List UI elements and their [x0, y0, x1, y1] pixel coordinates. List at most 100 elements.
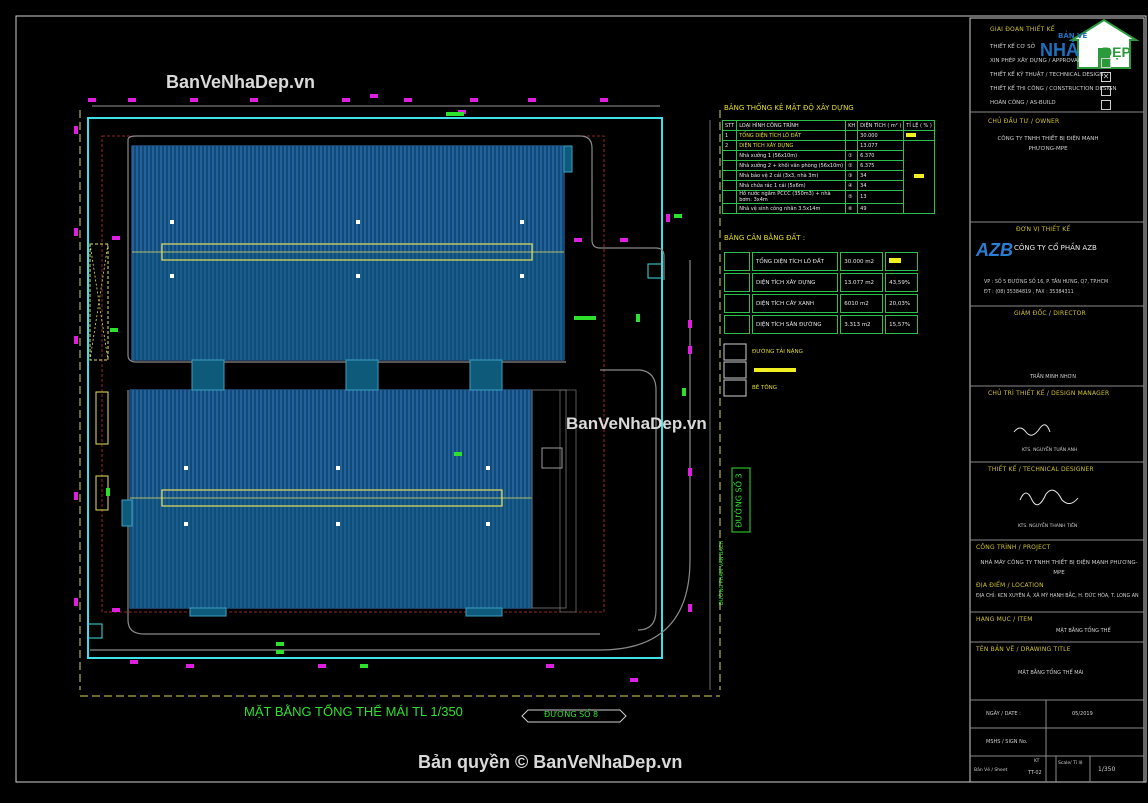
density-table: STT LOẠI HÌNH CÔNG TRÌNH KH DIỆN TÍCH ( …	[721, 120, 935, 214]
table-header: STT	[721, 120, 738, 131]
table-header: TỈ LỆ ( % )	[903, 120, 935, 131]
table-row: DIỆN TÍCH XÂY DỰNG 13.077 m2 43,59%	[724, 273, 918, 292]
ratio-swatch	[914, 174, 925, 178]
logo-line1: BẢN VẼ	[1058, 32, 1088, 40]
scale-label: Scale/ Tỉ lệ	[1058, 761, 1083, 766]
stage-checkbox[interactable]	[1101, 86, 1111, 96]
table-cell: 30.000 m2	[840, 252, 884, 271]
sheet-title-header: TÊN BẢN VẼ / DRAWING TITLE	[976, 646, 1071, 653]
signature-1	[1013, 424, 1051, 436]
road-right-label: ĐƯỜNG SỐ 3	[734, 473, 744, 528]
road-bottom-label: ĐƯỜNG SỐ 8	[544, 710, 599, 719]
table-cell	[721, 180, 738, 191]
balance-table-title: BẢNG CÂN BẰNG ĐẤT :	[724, 234, 806, 242]
location-text: ĐỊA CHỈ: KCN XUYÊN Á, XÃ MỸ HẠNH BẮC, H.…	[976, 594, 1139, 599]
table-cell: 13.077 m2	[840, 273, 884, 292]
table-row: Hồ nước ngầm PCCC (350m3) + nhà bơm: 3x4…	[721, 190, 935, 204]
stage-item: THIẾT KẾ KỸ THUẬT / TECHNICAL DESIGN	[990, 72, 1104, 78]
sheet-title: MẶT BẰNG TỔNG THỂ MÁI	[1018, 670, 1084, 676]
project-header: CÔNG TRÌNH / PROJECT	[976, 544, 1051, 551]
table-cell: DIỆN TÍCH SÂN ĐƯỜNG	[752, 315, 839, 334]
table-cell: 6.370	[857, 150, 905, 161]
table-row: TỔNG DIỆN TÍCH LÔ ĐẤT 30.000 m2	[724, 252, 918, 271]
watermark-middle: BanVeNhaDep.vn	[566, 414, 707, 433]
table-row: Nhà bảo vệ 2 cái (3x3, nhà 3m) ③ 34	[721, 170, 935, 181]
table-cell: DIỆN TÍCH CÂY XANH	[752, 294, 839, 313]
table-cell	[721, 190, 738, 204]
ratio-swatch	[889, 258, 902, 263]
designer-name: CÔNG TY CỔ PHẦN AZB	[1014, 244, 1097, 252]
kt-label: KT	[1034, 759, 1040, 764]
table-header: DIỆN TÍCH ( m² )	[857, 120, 905, 131]
legend-concrete-swatch	[723, 379, 747, 397]
table-row: DIỆN TÍCH CÂY XANH 6010 m2 20,03%	[724, 294, 918, 313]
stage-item: THIẾT KẾ THI CÔNG / CONSTRUCTION DESIGN	[990, 86, 1117, 92]
project-name: NHÀ MÁY CÔNG TY TNHH THIẾT BỊ ĐIỆN MẠNH …	[980, 560, 1138, 576]
table-cell	[721, 150, 738, 161]
table-row: Nhà vệ sinh công nhân 3.5x14m ⑥ 49	[721, 203, 935, 214]
table-cell: 1	[721, 130, 738, 141]
table-cell: TỔNG DIỆN TÍCH LÔ ĐẤT	[752, 252, 839, 271]
table-cell	[724, 294, 750, 313]
table-cell	[721, 203, 738, 214]
chief-name: KTS. NGUYỄN TUẤN ANH	[1022, 448, 1078, 453]
stage-item: THIẾT KẾ CƠ SỞ	[990, 44, 1036, 50]
table-row: STT LOẠI HÌNH CÔNG TRÌNH KH DIỆN TÍCH ( …	[721, 120, 935, 131]
title-block-frame	[969, 17, 1145, 783]
date-label: NGÀY / DATE :	[986, 711, 1021, 717]
stage-checkbox-checked[interactable]: ✕	[1101, 72, 1111, 82]
table-cell: Nhà xưởng 1 (56x10m)	[736, 150, 847, 161]
table-cell: 6010 m2	[840, 294, 884, 313]
density-table-title: BẢNG THỐNG KÊ MẬT ĐỘ XÂY DỰNG	[724, 104, 854, 112]
sheet-no: TT-02	[1028, 770, 1042, 776]
drawing-title: MẶT BẰNG TỔNG THỂ MÁI TL 1/350	[244, 704, 463, 719]
table-header: KH	[845, 120, 859, 131]
stage-item: XIN PHÉP XÂY DỰNG / APPROVAL	[990, 58, 1081, 64]
table-cell	[845, 130, 859, 141]
director-name: TRẦN MINH NHƠN	[1030, 374, 1076, 380]
date-value: 05/2019	[1072, 711, 1093, 717]
stage-checkbox[interactable]	[1101, 58, 1111, 68]
legend-concrete-label: BÊ TÔNG	[752, 385, 778, 391]
table-cell: 20,03%	[885, 294, 918, 313]
location-header: ĐỊA ĐIỂM / LOCATION	[976, 582, 1044, 589]
table-cell: Nhà bảo vệ 2 cái (3x3, nhà 3m)	[736, 170, 847, 181]
stage-checkbox[interactable]	[1101, 100, 1111, 110]
table-cell: 2	[721, 140, 738, 151]
balance-table: TỔNG DIỆN TÍCH LÔ ĐẤT 30.000 m2 DIỆN TÍC…	[722, 250, 920, 336]
designer-header: ĐƠN VỊ THIẾT KẾ	[1016, 226, 1071, 233]
legend-road-label: ĐƯỜNG TẢI NẶNG	[752, 349, 803, 355]
table-cell: 34	[857, 180, 905, 191]
table-cell	[903, 140, 935, 214]
signature-2	[1019, 489, 1079, 506]
table-cell	[903, 130, 935, 141]
table-cell: TỔNG DIỆN TÍCH LÔ ĐẤT	[736, 130, 847, 141]
table-row: Nhà chứa rác 1 cái (5x6m) ④ 34	[721, 180, 935, 191]
table-cell	[885, 252, 918, 271]
table-cell: Hồ nước ngầm PCCC (350m3) + nhà bơm: 3x4…	[736, 190, 847, 204]
table-cell	[721, 170, 738, 181]
table-row: DIỆN TÍCH SÂN ĐƯỜNG 3.313 m2 15,57%	[724, 315, 918, 334]
item-name: MẶT BẰNG TỔNG THỂ	[1056, 628, 1111, 634]
table-header: LOẠI HÌNH CÔNG TRÌNH	[736, 120, 847, 131]
table-cell: 6.375	[857, 160, 905, 171]
table-row: 2 DIỆN TÍCH XÂY DỰNG 13.077	[721, 140, 935, 214]
copyright-watermark: Bản quyền © BanVeNhaDep.vn	[418, 752, 683, 772]
table-cell: 49	[857, 203, 905, 214]
designer-address: VP : SỐ 5 ĐƯỜNG SỐ 16, P. TÂN HƯNG, Q7, …	[984, 280, 1109, 285]
table-cell	[845, 140, 859, 151]
table-cell: ⑥	[845, 203, 859, 214]
table-cell: 13	[857, 190, 905, 204]
table-cell: DIỆN TÍCH XÂY DỰNG	[736, 140, 847, 151]
owner-name: CÔNG TY TNHH THIẾT BỊ ĐIỆN MẠNH PHƯƠNG-M…	[997, 136, 1099, 152]
table-cell: Nhà vệ sinh công nhân 3.5x14m	[736, 203, 847, 214]
table-cell: DIỆN TÍCH XÂY DỰNG	[752, 273, 839, 292]
table-cell: 15,57%	[885, 315, 918, 334]
item-header: HẠNG MỤC / ITEM	[976, 616, 1033, 623]
legend-road-swatch	[723, 343, 747, 361]
designer-phone: ĐT : (08) 35384819 , FAX : 35384311	[984, 290, 1074, 295]
table-cell	[724, 252, 750, 271]
table-cell	[721, 160, 738, 171]
designer2-name: KTS. NGUYỄN THANH TIẾN	[1018, 524, 1078, 529]
watermark-top: BanVeNhaDep.vn	[166, 72, 316, 92]
